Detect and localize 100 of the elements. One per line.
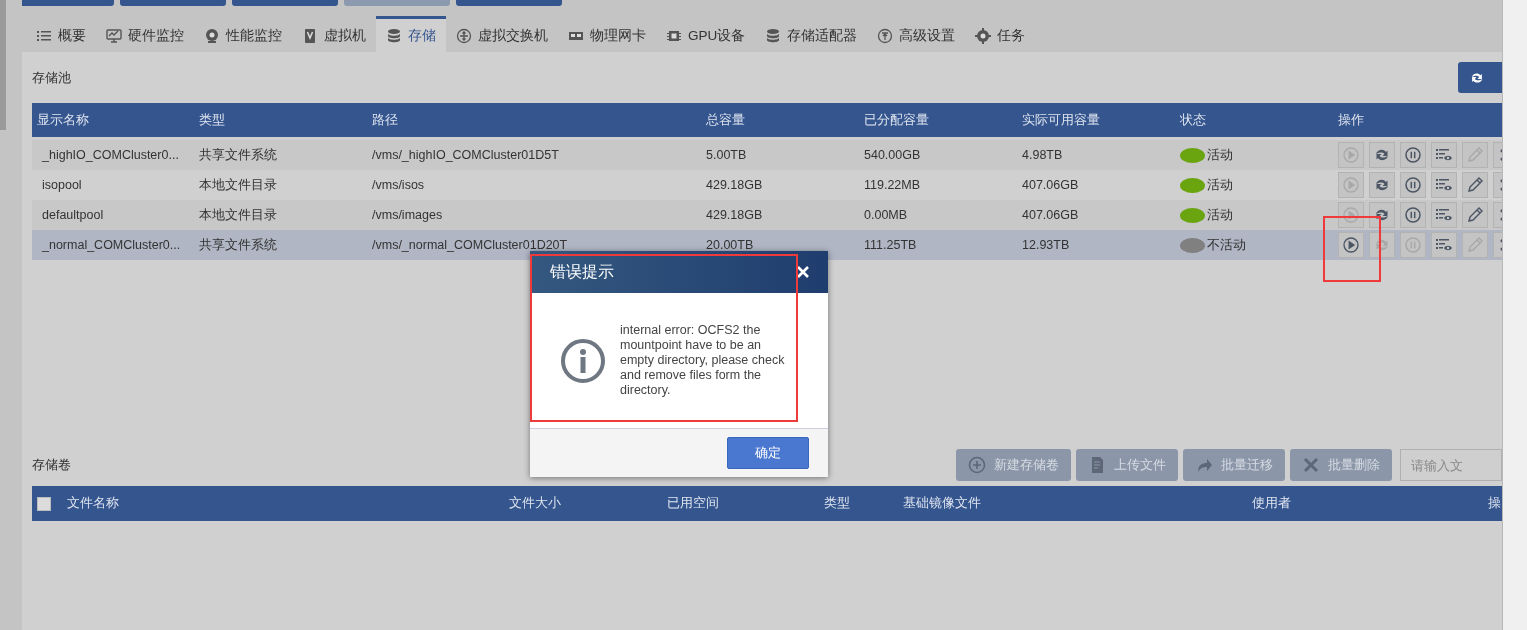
upload-icon bbox=[877, 27, 894, 44]
database-icon bbox=[765, 27, 782, 44]
pause-button[interactable] bbox=[1400, 172, 1426, 198]
table-row[interactable]: _normal_COMCluster0... 共享文件系统 /vms/_normal_COMCluster01D20T 20.00TB 111.25TB 12.93TB 不活动 bbox=[32, 230, 1502, 260]
monitor-icon bbox=[106, 27, 122, 44]
database-icon bbox=[386, 27, 402, 44]
error-message: internal error: OCFS2 the mountpoint have to be an empty directory, please check and remove files form the directory. bbox=[620, 323, 786, 398]
tab[interactable]: 概要 bbox=[26, 16, 96, 52]
search-field[interactable]: 请输入文 bbox=[1400, 449, 1502, 481]
view-button[interactable] bbox=[1431, 202, 1457, 228]
sync-button[interactable] bbox=[1369, 202, 1395, 228]
table-cell-text: 本地文件目录 bbox=[199, 176, 278, 194]
gear-icon bbox=[975, 27, 992, 44]
sync-button[interactable] bbox=[1369, 172, 1395, 198]
play-icon bbox=[1342, 206, 1360, 224]
pause-button[interactable] bbox=[1400, 142, 1426, 168]
table-cell-text: 111.25TB bbox=[864, 238, 918, 252]
play-icon bbox=[1342, 176, 1360, 194]
info-icon bbox=[560, 337, 606, 384]
pencil-icon bbox=[1466, 206, 1484, 224]
select-all-checkbox[interactable] bbox=[37, 496, 51, 511]
pause-icon bbox=[1404, 206, 1422, 224]
table-cell-text: _highIO_COMCluster0... bbox=[41, 148, 180, 162]
table-cell-text: /vms/images bbox=[372, 208, 444, 222]
section-title: 存储池 bbox=[32, 68, 71, 87]
edit-button[interactable] bbox=[1462, 202, 1488, 228]
pause-icon bbox=[1404, 146, 1422, 164]
column-header: 基础镜像文件 bbox=[903, 495, 982, 512]
table-cell-text: 540.00GB bbox=[864, 148, 922, 162]
table-cell-text: _normal_COMCluster0... bbox=[41, 238, 182, 252]
view-button[interactable] bbox=[1431, 142, 1457, 168]
cross-icon bbox=[1302, 456, 1320, 474]
confirm-button[interactable]: 确定 bbox=[727, 437, 809, 469]
table-cell-text: 4.98TB bbox=[1022, 148, 1064, 162]
column-header: 状态 bbox=[1180, 111, 1207, 129]
column-header: 总容量 bbox=[706, 111, 746, 129]
scrollbar-thumb[interactable] bbox=[0, 0, 6, 130]
column-header: 路径 bbox=[372, 111, 399, 129]
scrollbar[interactable] bbox=[1502, 0, 1527, 630]
play-icon bbox=[1342, 236, 1360, 254]
edit-button[interactable] bbox=[1462, 172, 1488, 198]
view-button[interactable] bbox=[1431, 232, 1457, 258]
tab[interactable]: 虚拟交换机 bbox=[446, 16, 558, 52]
table-cell-text: /vms/isos bbox=[372, 178, 426, 192]
table-cell-text: 5.00TB bbox=[706, 148, 748, 162]
column-header: 操作 bbox=[1338, 111, 1365, 129]
table-cell-text: 0.00MB bbox=[864, 208, 909, 222]
column-header: 已分配容量 bbox=[864, 111, 930, 129]
tab[interactable]: 硬件监控 bbox=[96, 16, 194, 52]
view-button[interactable] bbox=[1431, 172, 1457, 198]
pencil-icon bbox=[1466, 236, 1484, 254]
tab[interactable]: 存储 bbox=[376, 16, 446, 52]
column-header: 操 bbox=[1488, 495, 1502, 512]
start-button[interactable] bbox=[1338, 232, 1364, 258]
table-cell-text: /vms/_highIO_COMCluster01D5T bbox=[372, 148, 560, 162]
table-row[interactable]: defaultpool 本地文件目录 /vms/images 429.18GB 0.00MB 407.06GB 活动 bbox=[32, 200, 1502, 230]
tab[interactable]: 虚拟机 bbox=[292, 16, 376, 52]
table-cell-text: 429.18GB bbox=[706, 178, 764, 192]
status-label: 不活动 bbox=[1207, 236, 1246, 254]
status-label: 活动 bbox=[1207, 176, 1233, 194]
tab[interactable]: 性能监控 bbox=[194, 16, 292, 52]
dialog-title: 错误提示 bbox=[550, 261, 614, 282]
column-header: 文件名称 bbox=[67, 495, 120, 512]
section-title: 存储卷 bbox=[32, 456, 72, 474]
tab[interactable]: 存储适配器 bbox=[755, 16, 868, 52]
pause-icon bbox=[1404, 236, 1422, 254]
plus-circle-icon bbox=[968, 456, 986, 474]
pause-icon bbox=[1404, 176, 1422, 194]
table-cell-text: isopool bbox=[41, 178, 83, 192]
pencil-icon bbox=[1466, 176, 1484, 194]
table-cell-text: 429.18GB bbox=[706, 208, 764, 222]
table-cell-text: 407.06GB bbox=[1022, 178, 1080, 192]
tab[interactable]: 物理网卡 bbox=[558, 16, 656, 52]
status-label: 活动 bbox=[1207, 206, 1233, 224]
column-header: 已用空间 bbox=[667, 495, 720, 512]
play-icon bbox=[1342, 146, 1360, 164]
table-row[interactable]: _highIO_COMCluster0... 共享文件系统 /vms/_highIO_COMCluster01D5T 5.00TB 540.00GB 4.98TB 活动 bbox=[32, 140, 1502, 170]
close-button[interactable] bbox=[796, 265, 810, 279]
column-header: 文件大小 bbox=[509, 495, 562, 512]
table-cell-text: 本地文件目录 bbox=[199, 206, 278, 224]
tab[interactable]: GPU设备 bbox=[656, 16, 756, 52]
sync-button[interactable] bbox=[1369, 142, 1395, 168]
table-cell-text: 12.93TB bbox=[1022, 238, 1071, 252]
table-cell-text: /vms/_normal_COMCluster01D20T bbox=[372, 238, 569, 252]
table-cell-text: 共享文件系统 bbox=[199, 146, 278, 164]
column-header: 显示名称 bbox=[36, 111, 90, 129]
pause-button[interactable] bbox=[1400, 202, 1426, 228]
column-header: 类型 bbox=[824, 495, 851, 512]
tab[interactable]: 任务 bbox=[965, 16, 1036, 52]
highlight-frame bbox=[1323, 216, 1381, 282]
close-icon bbox=[796, 265, 810, 279]
column-header: 类型 bbox=[199, 111, 226, 129]
table-cell-text: 共享文件系统 bbox=[199, 236, 278, 254]
table-cell-text: 119.22MB bbox=[864, 178, 922, 192]
pencil-icon bbox=[1466, 146, 1484, 164]
refresh-button[interactable] bbox=[1458, 62, 1502, 93]
tab[interactable]: 高级设置 bbox=[867, 16, 966, 52]
camera-icon bbox=[204, 27, 220, 44]
table-cell-text: 407.06GB bbox=[1022, 208, 1080, 222]
table-cell-text: 20.00TB bbox=[706, 238, 755, 252]
